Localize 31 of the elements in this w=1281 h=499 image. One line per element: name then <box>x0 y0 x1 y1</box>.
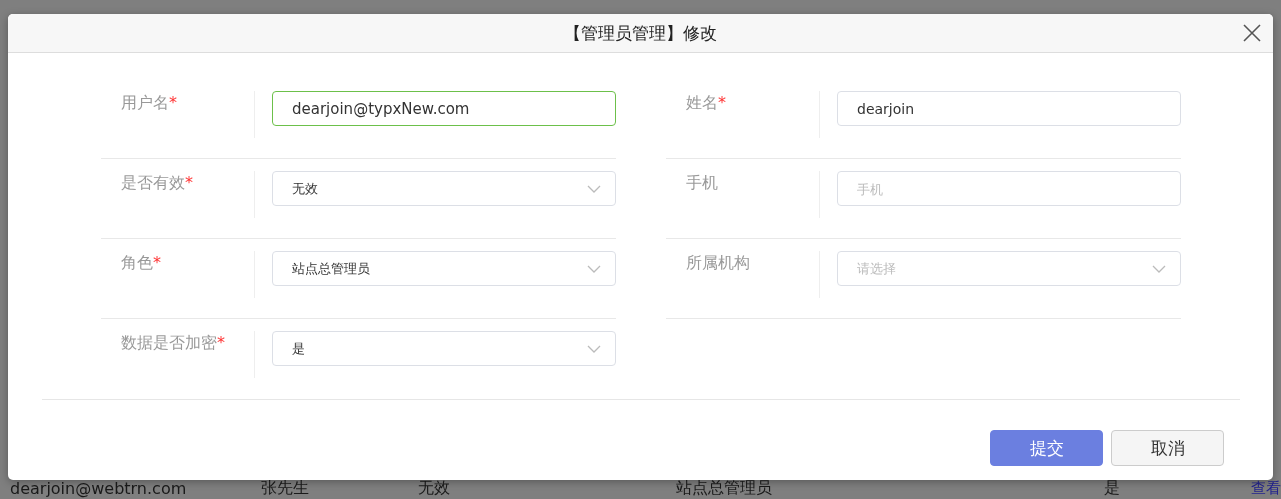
table-cell-text: 站点总管理员 <box>676 477 774 499</box>
field-label: 手机 <box>686 173 718 194</box>
required-mark: * <box>217 333 225 352</box>
field-label: 姓名 <box>686 93 718 114</box>
chevron-down-icon <box>1152 264 1166 273</box>
close-icon[interactable] <box>1243 24 1261 42</box>
field-label: 是否有效 <box>121 173 185 194</box>
required-mark: * <box>153 253 161 272</box>
table-cell-text: 张先生 <box>260 477 310 499</box>
required-mark: * <box>185 173 193 192</box>
cancel-button[interactable]: 取消 <box>1111 430 1224 466</box>
input-field[interactable]: dearjoin@typxNew.com <box>272 91 616 126</box>
table-cell-text: 无效 <box>417 477 451 499</box>
required-mark: * <box>718 93 726 112</box>
select-field[interactable]: 无效 <box>272 171 616 206</box>
select-field[interactable]: 站点总管理员 <box>272 251 616 286</box>
table-cell-text: 是 <box>1103 477 1121 499</box>
field-label: 所属机构 <box>686 253 750 274</box>
chevron-down-icon <box>587 184 601 193</box>
field-label: 数据是否加密 <box>121 333 217 354</box>
input-field[interactable]: dearjoin <box>837 91 1181 126</box>
select-field[interactable]: 是 <box>272 331 616 366</box>
input-field[interactable]: 手机 <box>837 171 1181 206</box>
field-label: 用户名 <box>121 93 169 114</box>
table-cell-text: dearjoin@webtrn.com <box>10 478 188 498</box>
field-label: 角色 <box>121 253 153 274</box>
chevron-down-icon <box>587 264 601 273</box>
chevron-down-icon <box>587 344 601 353</box>
required-mark: * <box>169 93 177 112</box>
dialog-title: 【管理员管理】修改 <box>564 21 717 45</box>
submit-button[interactable]: 提交 <box>990 430 1103 466</box>
